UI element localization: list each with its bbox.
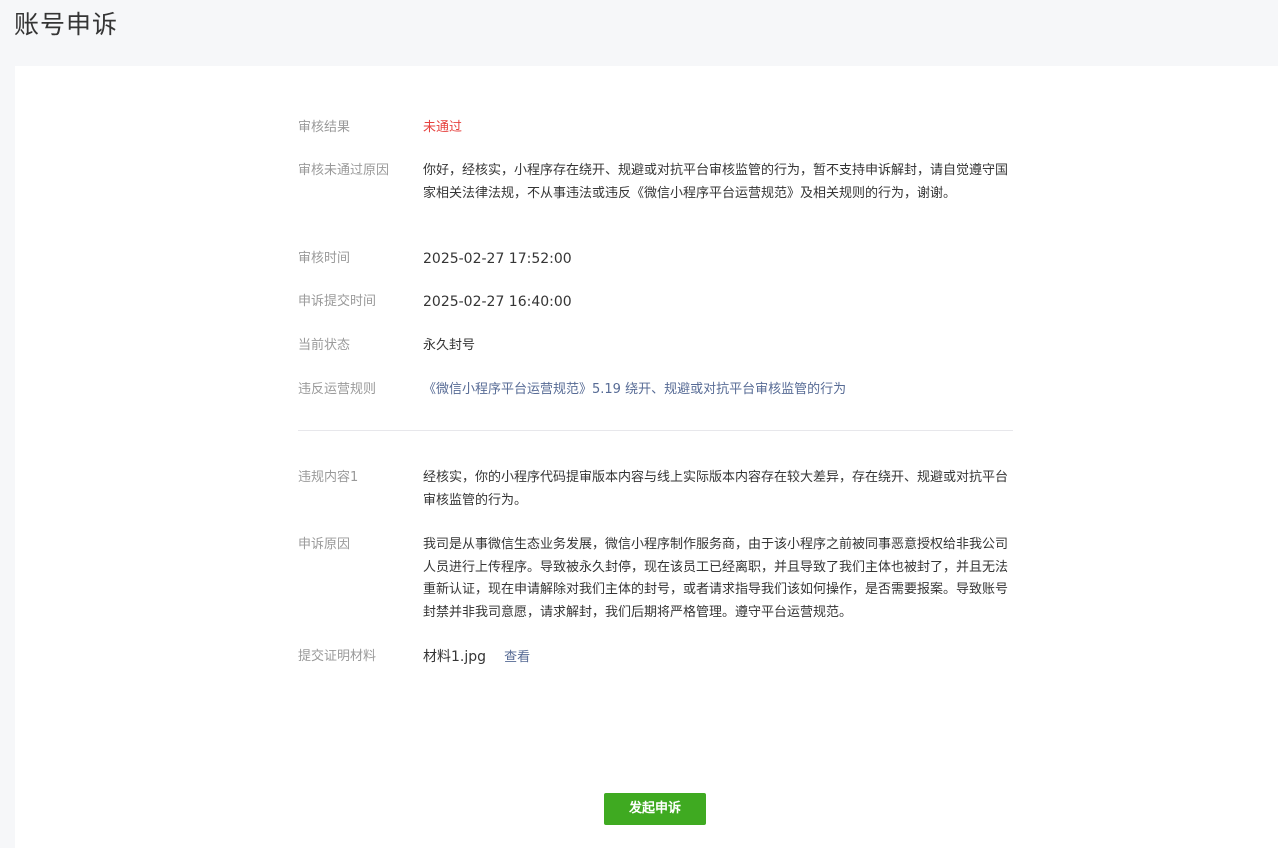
review-time-row: 审核时间 2025-02-27 17:52:00 — [298, 248, 1014, 271]
submit-time-label: 申诉提交时间 — [298, 294, 377, 309]
current-status-label: 当前状态 — [298, 338, 351, 353]
violation-content-label: 违规内容1 — [298, 470, 359, 485]
section-divider — [298, 430, 1013, 431]
review-result-value: 未通过 — [423, 120, 463, 135]
violation-content-value: 经核实，你的小程序代码提审版本内容与线上实际版本内容存在较大差异，存在绕开、规避… — [423, 470, 1009, 508]
review-time-label: 审核时间 — [298, 251, 351, 266]
review-result-row: 审核结果 未通过 — [298, 117, 1014, 140]
review-result-label: 审核结果 — [298, 120, 351, 135]
appeal-detail-panel: 审核结果 未通过 审核未通过原因 你好，经核实，小程序存在绕开、规避或对抗平台审… — [15, 66, 1278, 848]
evidence-row: 提交证明材料 材料1.jpg 查看 — [298, 646, 1014, 670]
current-status-value: 永久封号 — [423, 338, 476, 353]
start-appeal-button[interactable]: 发起申诉 — [604, 793, 706, 825]
review-reason-row: 审核未通过原因 你好，经核实，小程序存在绕开、规避或对抗平台审核监管的行为，暂不… — [298, 160, 1014, 205]
current-status-row: 当前状态 永久封号 — [298, 335, 1014, 358]
appeal-reason-row: 申诉原因 我司是从事微信生态业务发展，微信小程序制作服务商，由于该小程序之前被同… — [298, 534, 1014, 624]
appeal-reason-label: 申诉原因 — [298, 537, 351, 552]
evidence-label: 提交证明材料 — [298, 649, 377, 664]
page-title: 账号申诉 — [14, 10, 119, 39]
submit-time-value: 2025-02-27 16:40:00 — [423, 294, 572, 310]
violated-rule-link[interactable]: 《微信小程序平台运营规范》5.19 绕开、规避或对抗平台审核监管的行为 — [423, 379, 1013, 402]
violated-rule-label: 违反运营规则 — [298, 382, 377, 397]
evidence-value: 材料1.jpg 查看 — [423, 646, 1013, 670]
appeal-reason-value: 我司是从事微信生态业务发展，微信小程序制作服务商，由于该小程序之前被同事恶意授权… — [423, 537, 1009, 620]
review-time-value: 2025-02-27 17:52:00 — [423, 251, 572, 267]
submit-time-row: 申诉提交时间 2025-02-27 16:40:00 — [298, 291, 1014, 314]
view-evidence-link[interactable]: 查看 — [504, 650, 530, 665]
violation-content-row: 违规内容1 经核实，你的小程序代码提审版本内容与线上实际版本内容存在较大差异，存… — [298, 467, 1014, 512]
evidence-file-name: 材料1.jpg — [423, 649, 487, 665]
review-reason-value: 你好，经核实，小程序存在绕开、规避或对抗平台审核监管的行为，暂不支持申诉解封，请… — [423, 163, 1009, 201]
review-reason-label: 审核未通过原因 — [298, 163, 390, 178]
violated-rule-row: 违反运营规则 《微信小程序平台运营规范》5.19 绕开、规避或对抗平台审核监管的… — [298, 379, 1014, 402]
